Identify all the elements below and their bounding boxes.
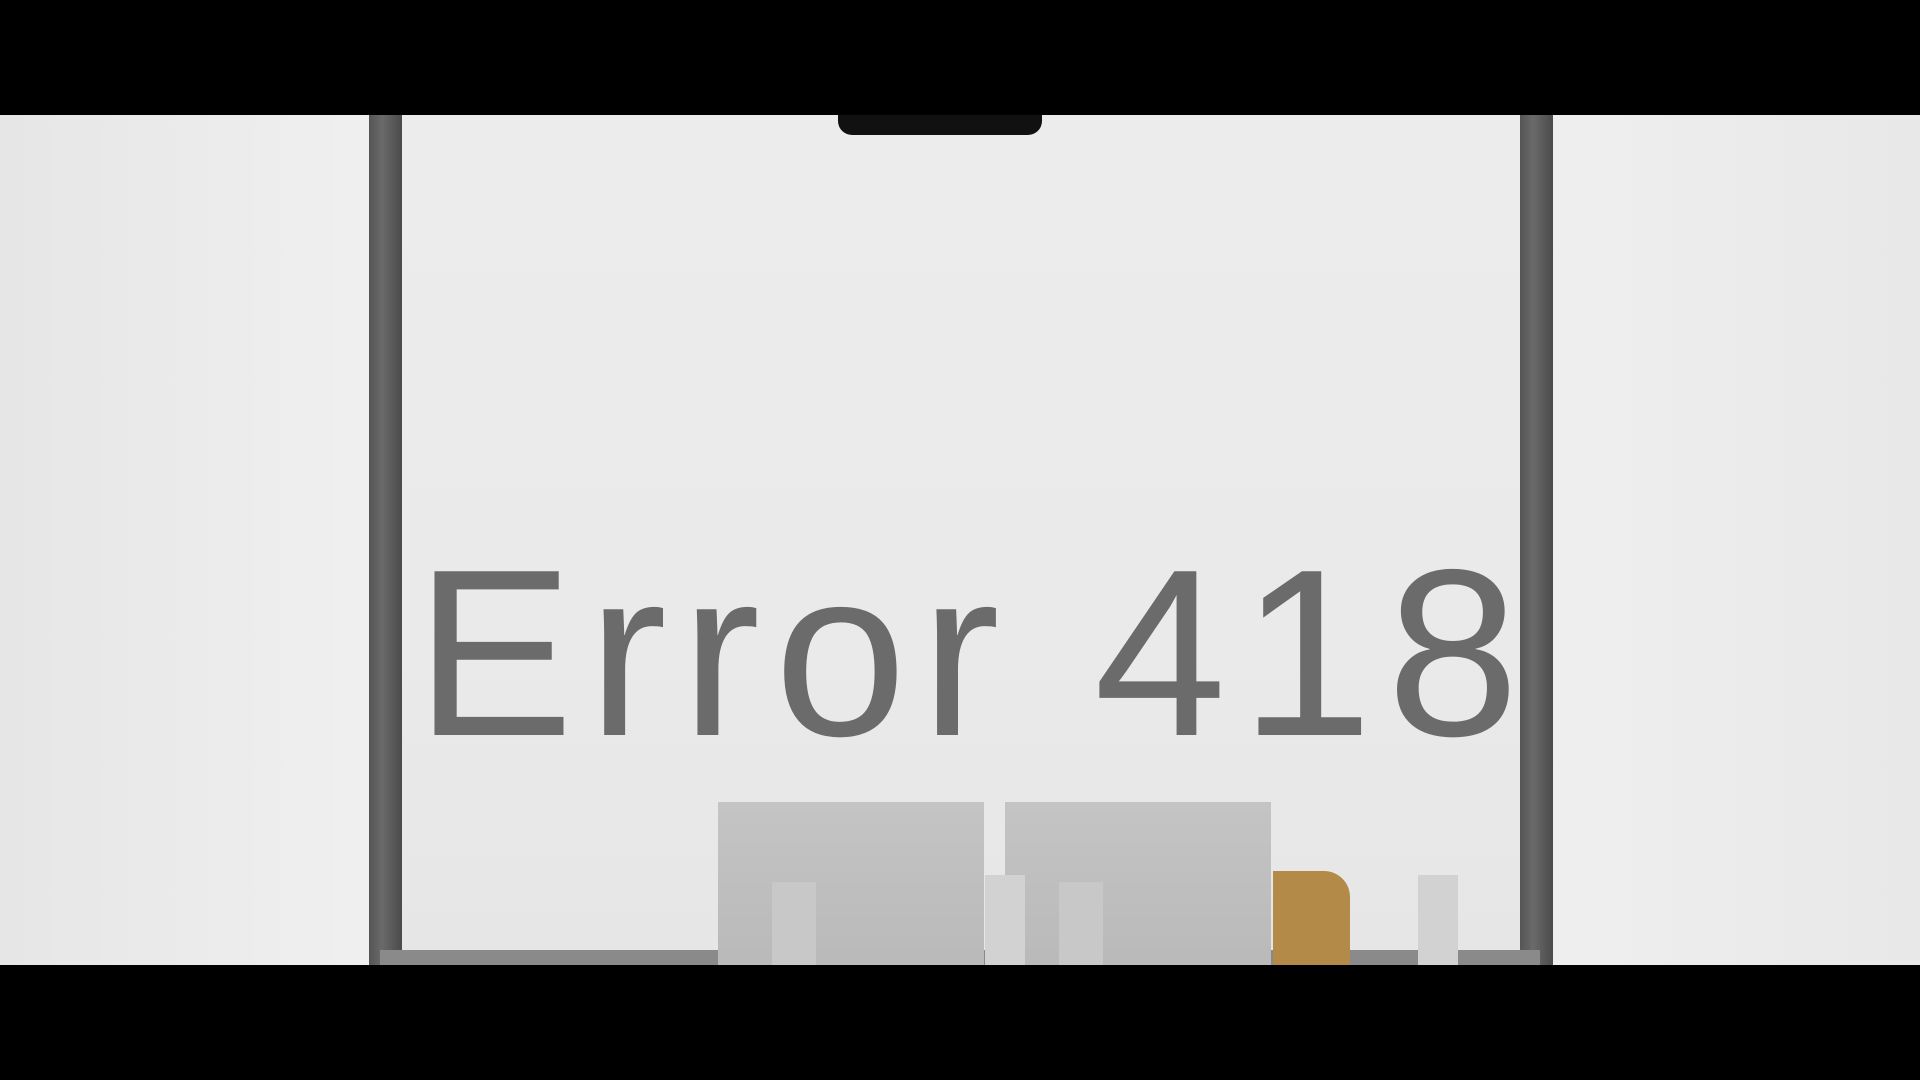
office-scene: Error 418 xyxy=(0,115,1920,965)
chair-back-grey xyxy=(985,875,1025,965)
error-title: Error 418 xyxy=(414,521,1534,786)
monitor-stand xyxy=(1059,882,1103,965)
chair-back-grey xyxy=(1418,875,1458,965)
chair-orange xyxy=(1273,871,1350,965)
ceiling-fixture xyxy=(838,115,1042,135)
monitor-right xyxy=(1005,802,1271,965)
monitor-stand xyxy=(772,882,816,965)
monitor-left xyxy=(718,802,984,965)
